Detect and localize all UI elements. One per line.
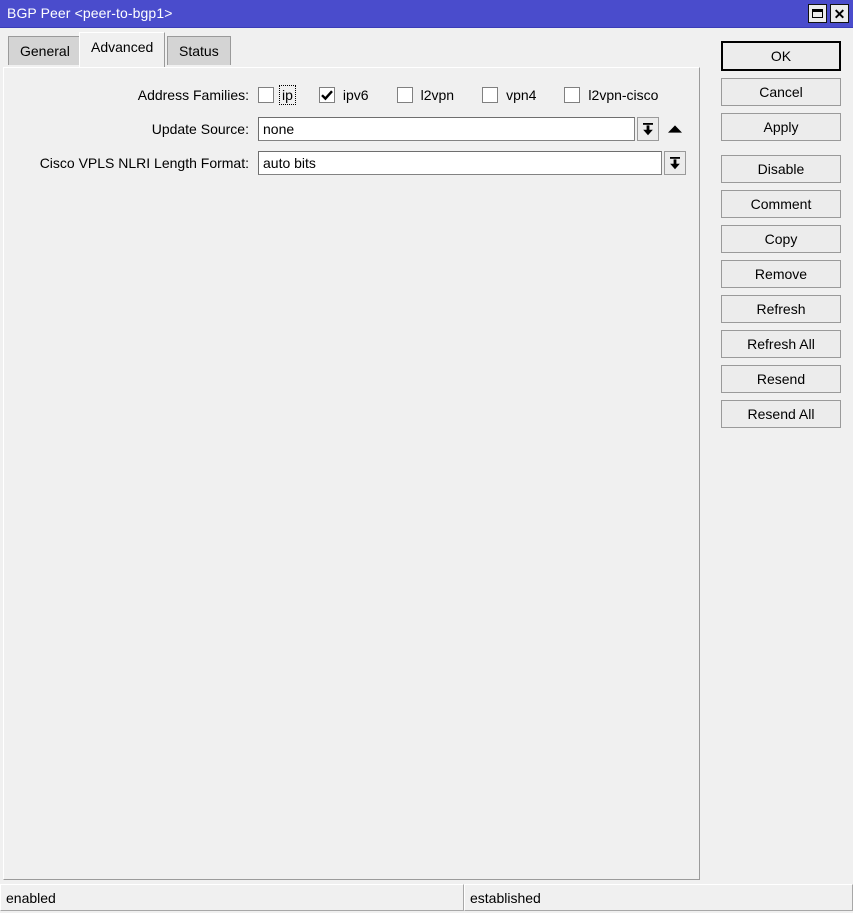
tab-general-label: General	[20, 43, 70, 59]
copy-button[interactable]: Copy	[721, 225, 841, 253]
restore-icon	[812, 9, 823, 18]
checkbox-ipv6[interactable]: ipv6	[318, 85, 371, 105]
checkbox-l2vpn-cisco-box[interactable]	[564, 87, 581, 103]
update-source-dropdown-button[interactable]	[637, 117, 659, 141]
update-source-label: Update Source:	[151, 121, 249, 137]
close-icon: ✕	[833, 5, 846, 22]
tab-advanced[interactable]: Advanced	[79, 32, 166, 67]
checkbox-l2vpn[interactable]: l2vpn	[396, 85, 456, 105]
cisco-vpls-nlri-row	[258, 151, 686, 175]
checkbox-vpn4-box[interactable]	[482, 87, 499, 103]
cisco-vpls-nlri-input[interactable]	[258, 151, 662, 175]
refresh-button[interactable]: Refresh	[721, 295, 841, 323]
refresh-all-button[interactable]: Refresh All	[721, 330, 841, 358]
checkbox-l2vpn-label: l2vpn	[420, 87, 455, 103]
titlebar-buttons: ✕	[808, 4, 849, 23]
checkbox-l2vpn-box[interactable]	[396, 87, 413, 103]
disable-button[interactable]: Disable	[721, 155, 841, 183]
checkbox-l2vpn-cisco[interactable]: l2vpn-cisco	[564, 85, 660, 105]
update-source-up-button[interactable]	[665, 117, 685, 141]
restore-button[interactable]	[808, 4, 827, 23]
status-bar: enabled established	[0, 884, 853, 913]
apply-button[interactable]: Apply	[721, 113, 841, 141]
close-button[interactable]: ✕	[830, 4, 849, 23]
status-connection-state: established	[464, 884, 853, 911]
address-families-label: Address Families:	[137, 87, 249, 103]
triangle-up-icon	[668, 125, 682, 133]
checkbox-l2vpn-cisco-label: l2vpn-cisco	[588, 87, 659, 103]
cisco-vpls-nlri-dropdown-button[interactable]	[664, 151, 686, 175]
action-button-column: OK Cancel Apply Disable Comment Copy Rem…	[721, 41, 841, 435]
window-title: BGP Peer <peer-to-bgp1>	[7, 5, 173, 21]
remove-button[interactable]: Remove	[721, 260, 841, 288]
resend-button[interactable]: Resend	[721, 365, 841, 393]
tab-advanced-label: Advanced	[91, 39, 154, 55]
tab-status-label: Status	[179, 43, 219, 59]
check-icon	[321, 90, 333, 101]
status-enabled: enabled	[0, 884, 464, 911]
ok-button[interactable]: OK	[721, 41, 841, 71]
titlebar[interactable]: BGP Peer <peer-to-bgp1> ✕	[0, 0, 853, 28]
cisco-vpls-nlri-label: Cisco VPLS NLRI Length Format:	[39, 155, 249, 171]
checkbox-ip[interactable]: ip	[258, 85, 296, 105]
tab-general[interactable]: General	[8, 36, 82, 65]
tab-status[interactable]: Status	[167, 36, 231, 65]
chevron-down-bar-icon	[670, 157, 680, 170]
cancel-button[interactable]: Cancel	[721, 78, 841, 106]
checkbox-ipv6-label: ipv6	[342, 87, 369, 103]
checkbox-ip-label: ip	[279, 85, 296, 105]
checkbox-vpn4-label: vpn4	[506, 87, 537, 103]
checkbox-ip-box[interactable]	[258, 87, 274, 103]
resend-all-button[interactable]: Resend All	[721, 400, 841, 428]
comment-button[interactable]: Comment	[721, 190, 841, 218]
checkbox-ipv6-box[interactable]	[318, 87, 335, 103]
checkbox-vpn4[interactable]: vpn4	[482, 85, 538, 105]
address-families-group: ip ipv6 l2vpn vpn4 l2vpn-cisco	[258, 85, 660, 105]
update-source-row	[258, 117, 685, 141]
chevron-down-bar-icon	[643, 123, 653, 136]
advanced-tab-panel	[3, 67, 700, 880]
update-source-input[interactable]	[258, 117, 635, 141]
bgp-peer-dialog: BGP Peer <peer-to-bgp1> ✕ General Advanc…	[0, 0, 853, 913]
